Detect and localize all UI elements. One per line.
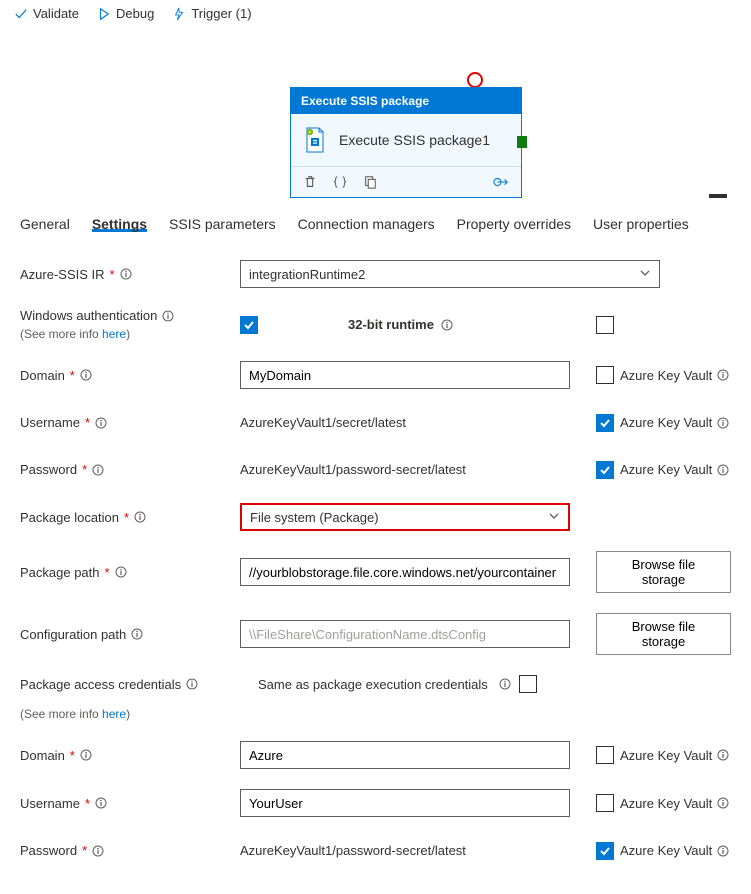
tab-connection-managers[interactable]: Connection managers: [298, 208, 435, 242]
domain1-input[interactable]: [240, 361, 570, 389]
info-icon[interactable]: [441, 319, 453, 331]
domain1-akv-checkbox[interactable]: [596, 366, 614, 384]
info-icon[interactable]: [92, 845, 104, 857]
browse-config-path-button[interactable]: Browse file storage: [596, 613, 731, 655]
azure-ssis-ir-select[interactable]: integrationRuntime2: [240, 260, 660, 288]
tabs-bar: General Settings SSIS parameters Connect…: [0, 197, 751, 242]
tab-ssis-parameters[interactable]: SSIS parameters: [169, 208, 276, 242]
browse-package-path-button[interactable]: Browse file storage: [596, 551, 731, 593]
info-icon[interactable]: [186, 678, 198, 690]
chevron-down-icon: [639, 267, 651, 282]
package-location-select[interactable]: File system (Package): [240, 503, 570, 531]
validate-label: Validate: [33, 6, 79, 21]
info-icon[interactable]: [134, 511, 146, 523]
username2-akv-checkbox[interactable]: [596, 794, 614, 812]
info-icon[interactable]: [120, 268, 132, 280]
package-path-input[interactable]: [240, 558, 570, 586]
label-same-as: Same as package execution credentials: [258, 677, 488, 692]
label-azure-ssis-ir: Azure-SSIS IR: [20, 267, 105, 282]
label-windows-auth: Windows authentication: [20, 308, 157, 323]
label-domain2: Domain: [20, 748, 65, 763]
domain2-akv-checkbox[interactable]: [596, 746, 614, 764]
trigger-button[interactable]: Trigger (1): [172, 6, 251, 21]
copy-icon[interactable]: [363, 175, 377, 189]
runtime-32bit-checkbox[interactable]: [596, 316, 614, 334]
label-32bit-runtime: 32-bit runtime: [348, 317, 434, 332]
activity-name: Execute SSIS package1: [339, 132, 490, 148]
debug-label: Debug: [116, 6, 154, 21]
info-icon[interactable]: [95, 797, 107, 809]
check-icon: [14, 7, 28, 21]
label-password1: Password: [20, 462, 77, 477]
username1-value: AzureKeyVault1/secret/latest: [240, 409, 570, 436]
required-asterisk: *: [110, 267, 115, 282]
config-path-input[interactable]: [240, 620, 570, 648]
info-icon[interactable]: [499, 678, 511, 690]
play-outline-icon: [97, 7, 111, 21]
trigger-icon: [172, 7, 186, 21]
delete-icon[interactable]: [303, 175, 317, 189]
info-icon[interactable]: [717, 464, 729, 476]
label-password2: Password: [20, 843, 77, 858]
info-icon[interactable]: [80, 749, 92, 761]
windows-auth-checkbox[interactable]: [240, 316, 258, 334]
tab-user-properties[interactable]: User properties: [593, 208, 689, 242]
info-icon[interactable]: [717, 369, 729, 381]
info-icon[interactable]: [162, 310, 174, 322]
username1-akv-checkbox[interactable]: [596, 414, 614, 432]
same-as-checkbox[interactable]: [519, 675, 537, 693]
password1-akv-checkbox[interactable]: [596, 461, 614, 479]
see-more-info-text-2: (See more info here): [20, 707, 240, 721]
password2-akv-checkbox[interactable]: [596, 842, 614, 860]
info-icon[interactable]: [717, 749, 729, 761]
label-username2: Username: [20, 796, 80, 811]
debug-button[interactable]: Debug: [97, 6, 154, 21]
label-config-path: Configuration path: [20, 627, 126, 642]
label-username1: Username: [20, 415, 80, 430]
info-icon[interactable]: [717, 845, 729, 857]
chevron-down-icon: [548, 510, 560, 525]
trigger-label: Trigger (1): [191, 6, 251, 21]
activity-header: Execute SSIS package: [291, 88, 521, 114]
see-more-link[interactable]: here: [102, 327, 126, 341]
success-output-handle[interactable]: [517, 136, 527, 148]
pipeline-canvas[interactable]: Execute SSIS package Execute SSIS packag…: [0, 27, 751, 187]
label-pkg-access-cred: Package access credentials: [20, 677, 181, 692]
info-icon[interactable]: [717, 417, 729, 429]
code-braces-icon[interactable]: [333, 175, 347, 189]
label-package-path: Package path: [20, 565, 100, 580]
info-icon[interactable]: [115, 566, 127, 578]
see-more-info-text: (See more info here): [20, 327, 240, 341]
expand-arrow-icon[interactable]: [493, 175, 509, 189]
status-ring-icon: [467, 72, 483, 88]
ssis-package-icon: [301, 126, 329, 154]
tab-general[interactable]: General: [20, 208, 70, 242]
password1-value: AzureKeyVault1/password-secret/latest: [240, 456, 570, 483]
password2-value: AzureKeyVault1/password-secret/latest: [240, 837, 570, 864]
label-domain1: Domain: [20, 368, 65, 383]
info-icon[interactable]: [717, 797, 729, 809]
validate-button[interactable]: Validate: [14, 6, 79, 21]
see-more-link-2[interactable]: here: [102, 707, 126, 721]
label-package-location: Package location: [20, 510, 119, 525]
info-icon[interactable]: [131, 628, 143, 640]
tab-property-overrides[interactable]: Property overrides: [457, 208, 571, 242]
username2-input[interactable]: [240, 789, 570, 817]
info-icon[interactable]: [95, 417, 107, 429]
info-icon[interactable]: [80, 369, 92, 381]
info-icon[interactable]: [92, 464, 104, 476]
tab-settings[interactable]: Settings: [92, 208, 147, 242]
activity-card[interactable]: Execute SSIS package Execute SSIS packag…: [290, 87, 522, 198]
